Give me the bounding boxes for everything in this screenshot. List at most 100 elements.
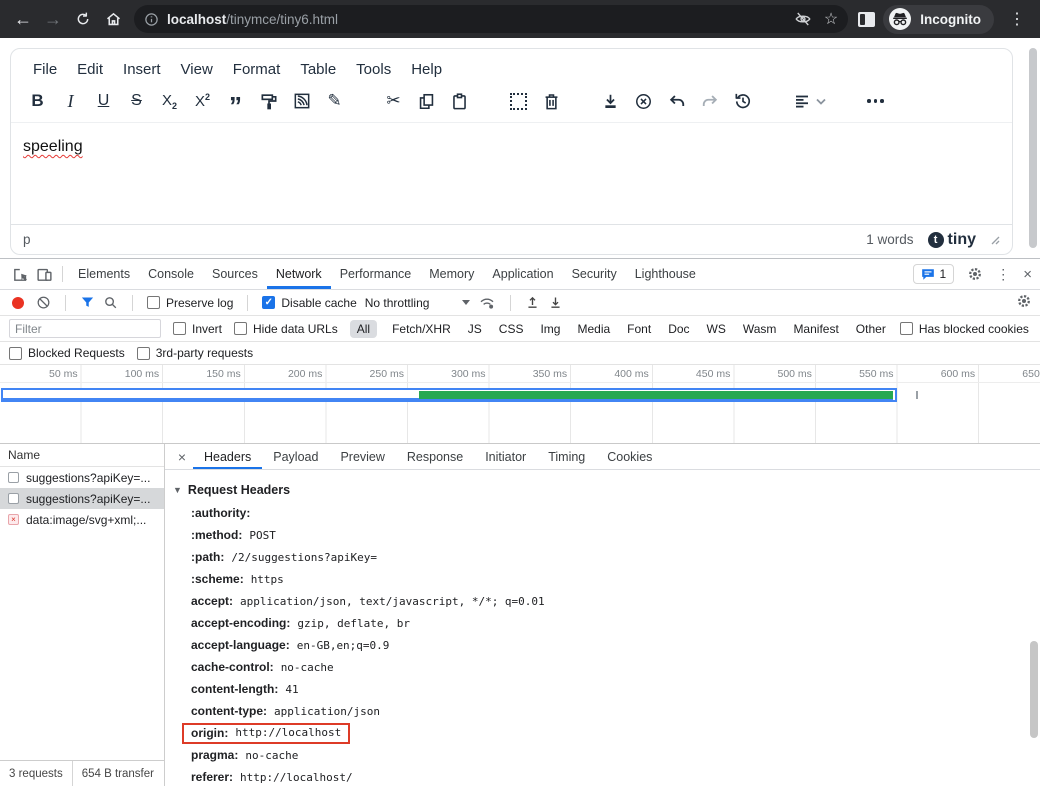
inspect-element-button[interactable] xyxy=(8,262,32,286)
issues-counter[interactable]: 1 xyxy=(913,264,955,284)
cut-button[interactable]: ✂ xyxy=(377,86,410,116)
devtools-tab[interactable]: Lighthouse xyxy=(626,259,705,289)
device-toolbar-button[interactable] xyxy=(32,262,56,286)
details-tab[interactable]: Initiator xyxy=(474,444,537,469)
disable-cache-checkbox[interactable]: ✓ xyxy=(262,296,275,309)
revision-history-button[interactable] xyxy=(726,86,759,116)
request-row[interactable]: × suggestions?apiKey=... xyxy=(0,467,164,488)
resize-handle-icon[interactable] xyxy=(990,235,1000,245)
forward-button[interactable]: → xyxy=(38,4,68,34)
details-tab[interactable]: Headers xyxy=(193,444,262,469)
underline-button[interactable]: U xyxy=(87,86,120,116)
paste-button[interactable] xyxy=(443,86,476,116)
export-button[interactable] xyxy=(594,86,627,116)
browser-menu-button[interactable]: ⋮ xyxy=(1002,4,1032,34)
devtools-tab[interactable]: Performance xyxy=(331,259,421,289)
request-type-filter[interactable]: Wasm xyxy=(741,320,779,338)
import-har-icon[interactable] xyxy=(525,295,540,310)
page-scrollbar[interactable] xyxy=(1026,40,1040,256)
invert-checkbox[interactable] xyxy=(173,322,186,335)
editor-content[interactable]: speeling xyxy=(11,122,1012,224)
devtools-tab[interactable]: Application xyxy=(483,259,562,289)
throttling-dropdown[interactable]: No throttling xyxy=(365,296,470,310)
request-type-filter[interactable]: Img xyxy=(538,320,562,338)
network-settings-button[interactable] xyxy=(1016,293,1032,312)
editor-menu-item[interactable]: Table xyxy=(290,56,346,83)
editor-menu-item[interactable]: Edit xyxy=(67,56,113,83)
devtools-menu-icon[interactable]: ⋮ xyxy=(996,266,1010,283)
network-overview-timeline[interactable]: 50 ms100 ms150 ms200 ms250 ms300 ms350 m… xyxy=(0,365,1040,444)
side-panel-icon[interactable] xyxy=(858,12,875,27)
devtools-tab[interactable]: Network xyxy=(267,259,331,289)
back-button[interactable]: ← xyxy=(8,4,38,34)
select-all-button[interactable] xyxy=(502,86,535,116)
blockquote-button[interactable]: ” xyxy=(219,86,252,116)
devtools-tab[interactable]: Memory xyxy=(420,259,483,289)
details-close-icon[interactable]: × xyxy=(171,449,193,465)
third-party-requests-toggle[interactable]: 3rd-party requests xyxy=(137,346,253,360)
page-embed-button[interactable] xyxy=(285,86,318,116)
devtools-close-icon[interactable]: × xyxy=(1023,266,1032,283)
delete-button[interactable] xyxy=(535,86,568,116)
more-toolbar-button[interactable] xyxy=(859,86,892,116)
request-row[interactable]: × suggestions?apiKey=... xyxy=(0,488,164,509)
cancel-button[interactable] xyxy=(627,86,660,116)
undo-button[interactable] xyxy=(660,86,693,116)
copy-button[interactable] xyxy=(410,86,443,116)
request-type-filter[interactable]: Font xyxy=(625,320,653,338)
reload-button[interactable] xyxy=(68,4,98,34)
italic-button[interactable]: I xyxy=(54,86,87,116)
tiny-branding[interactable]: t tiny xyxy=(928,231,976,249)
details-tab[interactable]: Preview xyxy=(329,444,395,469)
redo-button[interactable] xyxy=(693,86,726,116)
eye-off-icon[interactable] xyxy=(794,10,812,28)
hide-data-urls-toggle[interactable]: Hide data URLs xyxy=(234,322,338,336)
request-type-filter[interactable]: All xyxy=(350,320,377,338)
request-type-filter[interactable]: Other xyxy=(854,320,888,338)
details-tab[interactable]: Cookies xyxy=(596,444,663,469)
editor-menu-item[interactable]: Format xyxy=(223,56,291,83)
superscript-button[interactable]: X2 xyxy=(186,86,219,116)
filter-input[interactable] xyxy=(9,319,161,338)
editor-menu-item[interactable]: View xyxy=(171,56,223,83)
request-type-filter[interactable]: JS xyxy=(466,320,484,338)
devtools-tab[interactable]: Sources xyxy=(203,259,267,289)
site-info-icon[interactable] xyxy=(144,12,159,27)
filter-funnel-icon[interactable] xyxy=(80,295,95,310)
address-bar[interactable]: localhost/tinymce/tiny6.html ☆ xyxy=(134,5,848,33)
clear-icon[interactable] xyxy=(36,295,51,310)
name-column-header[interactable]: Name xyxy=(0,444,164,467)
export-har-icon[interactable] xyxy=(548,295,563,310)
devtools-tab[interactable]: Console xyxy=(139,259,203,289)
network-conditions-icon[interactable] xyxy=(478,295,496,310)
preserve-log-toggle[interactable]: Preserve log xyxy=(147,296,233,310)
blocked-requests-toggle[interactable]: Blocked Requests xyxy=(9,346,125,360)
element-path[interactable]: p xyxy=(23,232,31,247)
timeline-selection-handle[interactable] xyxy=(916,391,918,399)
details-tab[interactable]: Timing xyxy=(537,444,596,469)
details-tab[interactable]: Payload xyxy=(262,444,329,469)
preserve-log-checkbox[interactable] xyxy=(147,296,160,309)
request-type-filter[interactable]: Media xyxy=(575,320,612,338)
strikethrough-button[interactable]: S xyxy=(120,86,153,116)
invert-toggle[interactable]: Invert xyxy=(173,322,222,336)
align-button[interactable] xyxy=(785,86,833,116)
request-type-filter[interactable]: WS xyxy=(705,320,728,338)
editor-menu-item[interactable]: Tools xyxy=(346,56,401,83)
bookmark-star-icon[interactable]: ☆ xyxy=(824,9,838,29)
request-type-filter[interactable]: CSS xyxy=(497,320,526,338)
details-tab[interactable]: Response xyxy=(396,444,474,469)
blocked-requests-checkbox[interactable] xyxy=(9,347,22,360)
devtools-tab[interactable]: Elements xyxy=(69,259,139,289)
request-type-filter[interactable]: Doc xyxy=(666,320,691,338)
page-scrollbar-thumb[interactable] xyxy=(1029,48,1037,248)
format-painter-button[interactable] xyxy=(252,86,285,116)
search-icon[interactable] xyxy=(103,295,118,310)
disable-cache-toggle[interactable]: ✓ Disable cache xyxy=(262,296,356,310)
settings-gear-icon[interactable] xyxy=(967,266,983,282)
has-blocked-cookies-checkbox[interactable] xyxy=(900,322,913,335)
misspelled-word[interactable]: speeling xyxy=(23,138,83,155)
request-type-filter[interactable]: Manifest xyxy=(791,320,840,338)
devtools-tab[interactable]: Security xyxy=(563,259,626,289)
editor-menu-item[interactable]: Insert xyxy=(113,56,171,83)
